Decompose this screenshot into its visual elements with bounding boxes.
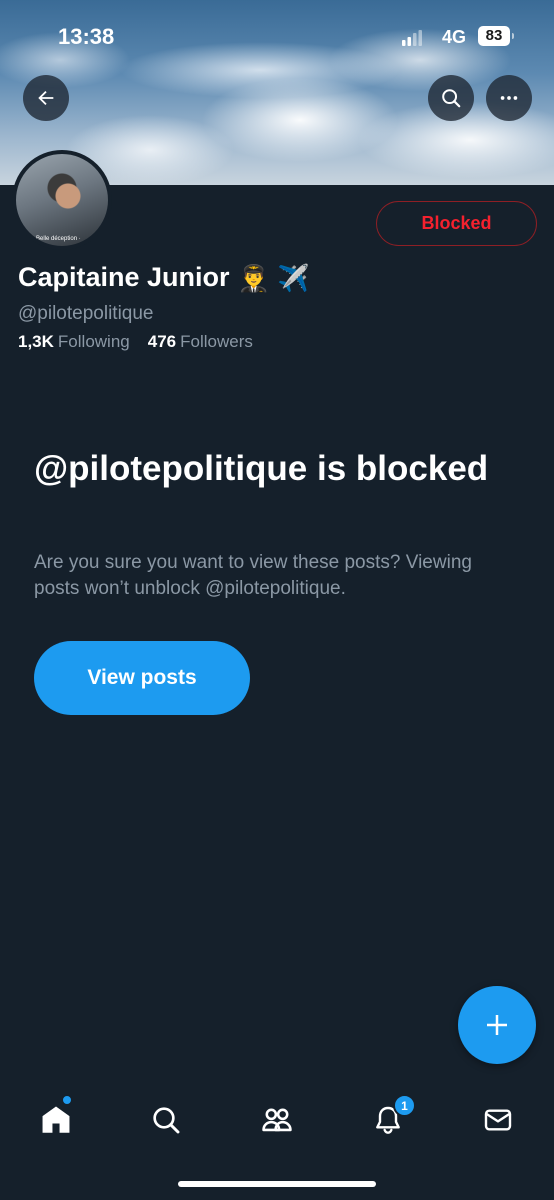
compose-button[interactable] — [458, 986, 536, 1064]
home-indicator — [178, 1181, 376, 1187]
followers-stat[interactable]: 476 Followers — [148, 332, 253, 352]
tab-communities[interactable] — [257, 1100, 297, 1140]
more-button[interactable] — [486, 75, 532, 121]
tab-home[interactable] — [36, 1100, 76, 1140]
people-icon — [262, 1108, 292, 1132]
name-emojis: 👨‍✈️ ✈️ — [237, 262, 310, 293]
home-icon — [42, 1106, 70, 1133]
followers-label: Followers — [180, 332, 253, 351]
status-bar: 13:38 4G 83 — [0, 0, 554, 70]
view-posts-button[interactable]: View posts — [34, 641, 250, 715]
blocked-button[interactable]: Blocked — [376, 201, 537, 246]
following-label: Following — [57, 332, 130, 351]
search-icon — [442, 89, 461, 108]
blocked-title: @pilotepolitique is blocked — [34, 449, 489, 488]
envelope-icon — [484, 1109, 512, 1131]
blocked-description: Are you sure you want to view these post… — [34, 552, 472, 599]
signal-icon — [402, 30, 422, 46]
display-name: Capitaine Junior — [18, 262, 230, 292]
following-stat[interactable]: 1,3K Following — [18, 332, 130, 352]
followers-count: 476 — [147, 332, 177, 351]
notifications-badge: 1 — [393, 1094, 416, 1117]
profile-stats: 1,3K Following 476 Followers — [18, 332, 253, 352]
avatar[interactable]: Belle déception · — [12, 150, 112, 250]
arrow-left-icon — [38, 90, 54, 106]
search-icon — [153, 1107, 180, 1134]
status-time: 13:38 — [58, 24, 115, 49]
following-count: 1,3K — [18, 332, 54, 351]
plus-icon — [487, 1015, 507, 1035]
profile-name: Capitaine Junior 👨‍✈️ ✈️ — [18, 262, 310, 293]
avatar-caption: Belle déception · — [36, 236, 81, 242]
more-horizontal-icon — [500, 96, 518, 100]
tab-messages[interactable] — [478, 1100, 518, 1140]
home-unread-dot — [62, 1095, 72, 1105]
network-type: 4G — [442, 27, 467, 47]
search-button[interactable] — [428, 75, 474, 121]
profile-handle: @pilotepolitique — [18, 303, 154, 324]
tab-search[interactable] — [146, 1100, 186, 1140]
battery-level: 83 — [478, 26, 514, 46]
back-button[interactable] — [23, 75, 69, 121]
